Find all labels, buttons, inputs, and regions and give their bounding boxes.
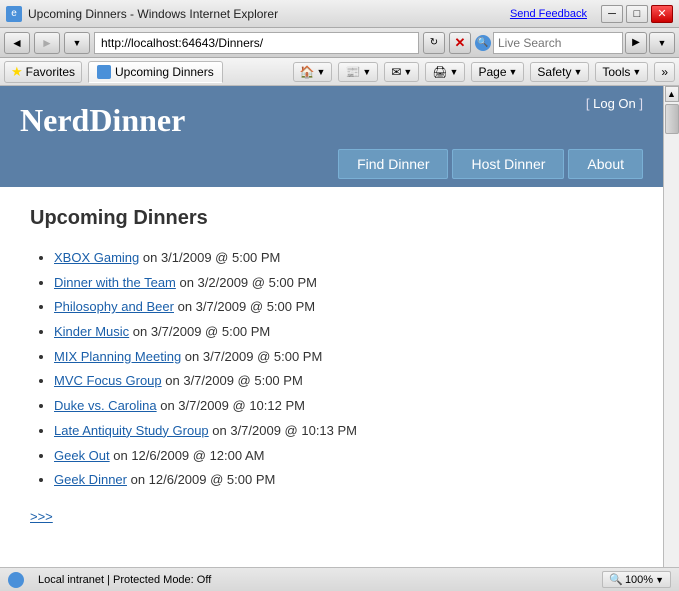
dinner-detail: on 3/7/2009 @ 5:00 PM bbox=[181, 349, 322, 364]
logon-suffix: ] bbox=[636, 96, 643, 111]
address-bar: ◄ ► ▼ ↻ ✕ 🔍 ▶ ▼ bbox=[0, 28, 679, 58]
dinner-link[interactable]: Late Antiquity Study Group bbox=[54, 423, 209, 438]
dinner-detail: on 3/7/2009 @ 5:00 PM bbox=[129, 324, 270, 339]
search-options-button[interactable]: ▼ bbox=[649, 32, 675, 54]
page-button[interactable]: Page ▼ bbox=[471, 62, 524, 82]
nav-find-dinner[interactable]: Find Dinner bbox=[338, 149, 448, 179]
search-area: 🔍 ▶ ▼ bbox=[475, 32, 675, 54]
home-button[interactable]: 🏠 ▼ bbox=[293, 62, 333, 82]
dinner-list: XBOX Gaming on 3/1/2009 @ 5:00 PMDinner … bbox=[30, 246, 633, 493]
dinner-link[interactable]: Geek Dinner bbox=[54, 472, 127, 487]
main-content: Upcoming Dinners XBOX Gaming on 3/1/2009… bbox=[0, 187, 663, 567]
feeds-button[interactable]: 📰 ▼ bbox=[338, 62, 378, 82]
title-bar: e Upcoming Dinners - Windows Internet Ex… bbox=[0, 0, 679, 28]
tab-favicon bbox=[97, 65, 111, 79]
dinner-detail: on 12/6/2009 @ 5:00 PM bbox=[127, 472, 275, 487]
active-tab[interactable]: Upcoming Dinners bbox=[88, 61, 223, 83]
favorites-label: Favorites bbox=[26, 65, 75, 79]
favorites-bar: ★ Favorites Upcoming Dinners 🏠 ▼ 📰 ▼ ✉ ▼… bbox=[0, 58, 679, 86]
section-heading: Upcoming Dinners bbox=[30, 207, 633, 230]
refresh-button[interactable]: ↻ bbox=[423, 32, 445, 54]
dinner-link[interactable]: Philosophy and Beer bbox=[54, 299, 174, 314]
page-content: [ Log On ] NerdDinner Find Dinner Host D… bbox=[0, 86, 663, 567]
list-item: Geek Out on 12/6/2009 @ 12:00 AM bbox=[54, 444, 633, 469]
dinner-link[interactable]: Dinner with the Team bbox=[54, 275, 176, 290]
address-input[interactable] bbox=[94, 32, 419, 54]
dinner-detail: on 3/7/2009 @ 10:12 PM bbox=[157, 398, 305, 413]
zoom-button[interactable]: 🔍 100% ▼ bbox=[602, 571, 671, 588]
list-item: MIX Planning Meeting on 3/7/2009 @ 5:00 … bbox=[54, 345, 633, 370]
commandbar-more-button[interactable]: » bbox=[654, 62, 675, 82]
print-button[interactable]: 🖨 ▼ bbox=[425, 62, 465, 82]
dinner-detail: on 3/7/2009 @ 5:00 PM bbox=[174, 299, 315, 314]
logon-link[interactable]: Log On bbox=[593, 96, 636, 111]
dinner-detail: on 12/6/2009 @ 12:00 AM bbox=[110, 448, 265, 463]
list-item: Dinner with the Team on 3/2/2009 @ 5:00 … bbox=[54, 271, 633, 296]
favorites-button[interactable]: ★ Favorites bbox=[4, 61, 82, 83]
dinner-link[interactable]: MIX Planning Meeting bbox=[54, 349, 181, 364]
list-item: XBOX Gaming on 3/1/2009 @ 5:00 PM bbox=[54, 246, 633, 271]
list-item: Kinder Music on 3/7/2009 @ 5:00 PM bbox=[54, 320, 633, 345]
safety-button[interactable]: Safety ▼ bbox=[530, 62, 589, 82]
minimize-button[interactable]: ─ bbox=[601, 5, 623, 23]
dinner-link[interactable]: Kinder Music bbox=[54, 324, 129, 339]
scroll-up-button[interactable]: ▲ bbox=[665, 86, 679, 102]
window-controls: ─ □ ✕ bbox=[601, 5, 673, 23]
site-title: NerdDinner bbox=[20, 102, 643, 139]
mail-button[interactable]: ✉ ▼ bbox=[384, 62, 419, 82]
list-item: Duke vs. Carolina on 3/7/2009 @ 10:12 PM bbox=[54, 394, 633, 419]
nav-bar: Find Dinner Host Dinner About bbox=[0, 149, 663, 187]
status-bar: Local intranet | Protected Mode: Off 🔍 1… bbox=[0, 567, 679, 591]
dinner-link[interactable]: Duke vs. Carolina bbox=[54, 398, 157, 413]
status-right: 🔍 100% ▼ bbox=[602, 571, 671, 588]
forward-button[interactable]: ► bbox=[34, 32, 60, 54]
site-header: [ Log On ] NerdDinner bbox=[0, 86, 663, 149]
window-title: Upcoming Dinners - Windows Internet Expl… bbox=[28, 7, 504, 21]
dropdown-button[interactable]: ▼ bbox=[64, 32, 90, 54]
close-button[interactable]: ✕ bbox=[651, 5, 673, 23]
search-engine-icon: 🔍 bbox=[475, 35, 491, 51]
status-text: Local intranet | Protected Mode: Off bbox=[38, 574, 211, 586]
dinner-detail: on 3/7/2009 @ 10:13 PM bbox=[209, 423, 357, 438]
scrollbar: ▲ bbox=[663, 86, 679, 567]
dinner-link[interactable]: Geek Out bbox=[54, 448, 110, 463]
scroll-thumb[interactable] bbox=[665, 104, 679, 134]
tools-button[interactable]: Tools ▼ bbox=[595, 62, 648, 82]
page-wrapper: [ Log On ] NerdDinner Find Dinner Host D… bbox=[0, 86, 679, 567]
star-icon: ★ bbox=[11, 64, 23, 80]
nav-host-dinner[interactable]: Host Dinner bbox=[452, 149, 564, 179]
list-item: Geek Dinner on 12/6/2009 @ 5:00 PM bbox=[54, 468, 633, 493]
maximize-button[interactable]: □ bbox=[626, 5, 648, 23]
back-button[interactable]: ◄ bbox=[4, 32, 30, 54]
search-go-button[interactable]: ▶ bbox=[625, 32, 647, 54]
tab-label: Upcoming Dinners bbox=[115, 65, 214, 79]
toolbar-right: 🏠 ▼ 📰 ▼ ✉ ▼ 🖨 ▼ Page ▼ Safety ▼ Tools ▼ … bbox=[293, 62, 675, 82]
dinner-detail: on 3/1/2009 @ 5:00 PM bbox=[139, 250, 280, 265]
dinner-detail: on 3/2/2009 @ 5:00 PM bbox=[176, 275, 317, 290]
nav-about[interactable]: About bbox=[568, 149, 643, 179]
dinner-link[interactable]: XBOX Gaming bbox=[54, 250, 139, 265]
send-feedback-link[interactable]: Send Feedback bbox=[510, 8, 587, 20]
status-globe-icon bbox=[8, 572, 24, 588]
more-link[interactable]: >>> bbox=[30, 509, 633, 524]
list-item: MVC Focus Group on 3/7/2009 @ 5:00 PM bbox=[54, 369, 633, 394]
dinner-link[interactable]: MVC Focus Group bbox=[54, 373, 162, 388]
zoom-level: 100% bbox=[625, 574, 653, 586]
browser-icon: e bbox=[6, 6, 22, 22]
list-item: Philosophy and Beer on 3/7/2009 @ 5:00 P… bbox=[54, 295, 633, 320]
stop-button[interactable]: ✕ bbox=[449, 32, 471, 54]
list-item: Late Antiquity Study Group on 3/7/2009 @… bbox=[54, 419, 633, 444]
header-logon-area: [ Log On ] bbox=[586, 96, 643, 111]
search-input[interactable] bbox=[493, 32, 623, 54]
tab-area: Upcoming Dinners bbox=[88, 61, 223, 83]
dinner-detail: on 3/7/2009 @ 5:00 PM bbox=[162, 373, 303, 388]
